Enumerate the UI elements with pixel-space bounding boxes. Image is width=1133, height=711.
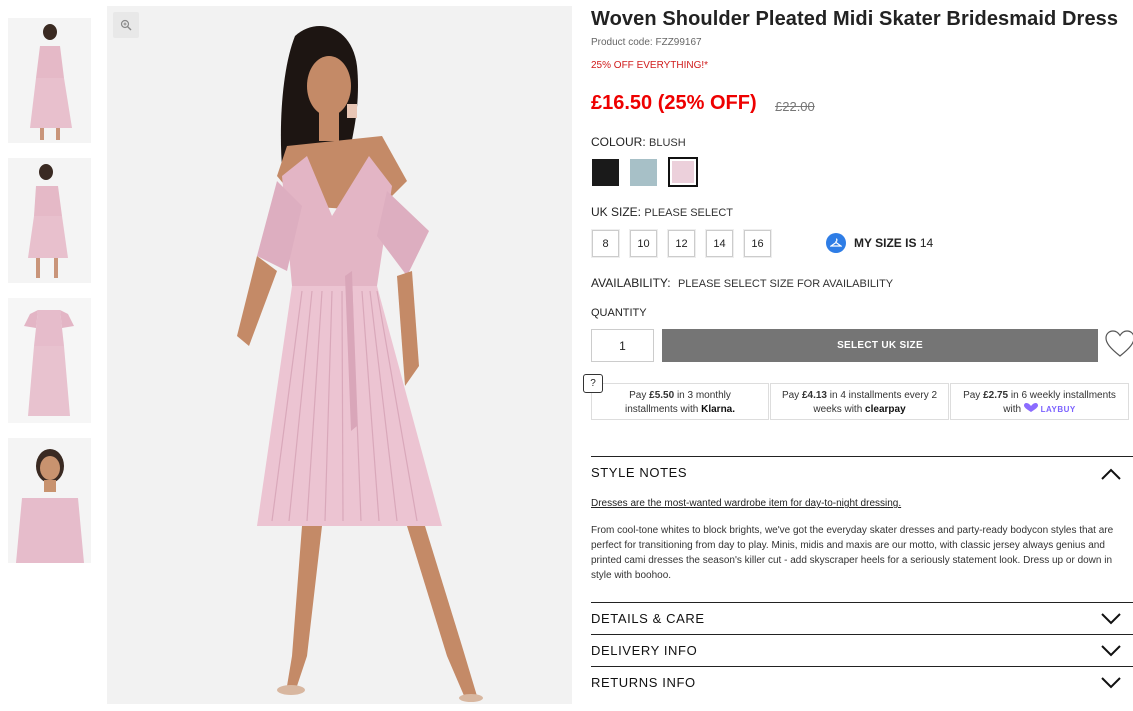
pay-amount: £2.75 xyxy=(983,390,1009,401)
chevron-down-icon xyxy=(1101,677,1121,689)
pay-amount: £4.13 xyxy=(801,390,827,401)
pay-text: Pay xyxy=(781,390,802,401)
availability-value: PLEASE SELECT SIZE FOR AVAILABILITY xyxy=(677,278,894,290)
swatch-fill xyxy=(630,159,657,186)
my-size-value: 14 xyxy=(919,236,934,250)
chevron-down-icon xyxy=(1101,645,1121,657)
thumbnail-image xyxy=(8,438,91,563)
pay-text: Pay xyxy=(629,390,650,401)
chevron-down-icon xyxy=(1101,613,1121,625)
pay-text: installments with xyxy=(624,404,702,415)
colour-label: COLOUR: BLUSH xyxy=(591,135,686,149)
promo-banner[interactable]: 25% OFF EVERYTHING!* xyxy=(591,60,708,71)
product-title: Woven Shoulder Pleated Midi Skater Bride… xyxy=(591,8,1119,30)
accordion-label: STYLE NOTES xyxy=(591,465,688,480)
thumbnail-1[interactable] xyxy=(8,18,91,143)
thumbnail-list xyxy=(8,18,91,578)
pay-text: in 3 monthly xyxy=(674,390,731,401)
laybuy-logo: LAYBUY xyxy=(1040,405,1076,414)
pay-amount: £5.50 xyxy=(649,390,675,401)
current-price: £16.50 (25% OFF) xyxy=(591,92,757,114)
clearpay-logo: clearpay xyxy=(865,404,906,415)
accordion-label: RETURNS INFO xyxy=(591,675,696,690)
quantity-label: QUANTITY xyxy=(591,307,647,319)
swatch-fill xyxy=(592,159,619,186)
pay-text: with xyxy=(1003,404,1024,415)
pay-text: in 4 installments every 2 xyxy=(826,390,938,401)
thumbnail-image xyxy=(8,18,91,143)
product-code: Product code: FZZ99167 xyxy=(591,37,702,48)
pay-text: Pay xyxy=(963,390,984,401)
my-size-text: MY SIZE IS 14 xyxy=(854,236,933,250)
pay-text: in 6 weekly installments xyxy=(1008,390,1116,401)
size-option-12[interactable]: 12 xyxy=(668,230,695,257)
size-option-14[interactable]: 14 xyxy=(706,230,733,257)
laybuy-option[interactable]: Pay £2.75 in 6 weekly installments with … xyxy=(950,383,1129,420)
colour-label-text: COLOUR: xyxy=(591,135,646,149)
accordion-details-care[interactable]: DETAILS & CARE xyxy=(591,602,1133,634)
size-option-16[interactable]: 16 xyxy=(744,230,771,257)
availability-label: AVAILABILITY: xyxy=(591,276,671,290)
quantity-input[interactable] xyxy=(591,329,654,362)
size-label: UK SIZE: PLEASE SELECT xyxy=(591,205,733,219)
accordion-delivery-info[interactable]: DELIVERY INFO xyxy=(591,634,1133,666)
zoom-icon xyxy=(120,19,132,31)
size-value: PLEASE SELECT xyxy=(644,207,734,219)
payment-help-button[interactable]: ? xyxy=(583,374,603,393)
style-notes-body: From cool-tone whites to block brights, … xyxy=(591,525,1114,581)
size-option-8[interactable]: 8 xyxy=(592,230,619,257)
size-label-text: UK SIZE: xyxy=(591,205,642,219)
accordion-returns-info[interactable]: RETURNS INFO xyxy=(591,666,1133,698)
availability: AVAILABILITY: PLEASE SELECT SIZE FOR AVA… xyxy=(591,276,893,290)
my-size-label: MY SIZE IS xyxy=(854,236,917,250)
original-price: £22.00 xyxy=(775,99,815,114)
laybuy-heart-icon xyxy=(1023,403,1038,412)
klarna-option[interactable]: Pay £5.50 in 3 monthly installments with… xyxy=(591,383,769,420)
my-size-button[interactable]: MY SIZE IS 14 xyxy=(826,233,933,253)
main-product-image[interactable] xyxy=(107,6,572,704)
wishlist-button[interactable] xyxy=(1105,330,1133,360)
klarna-logo: Klarna. xyxy=(701,404,736,415)
chevron-up-icon xyxy=(1101,468,1121,480)
zoom-button[interactable] xyxy=(113,12,139,38)
swatch-sage-blue[interactable] xyxy=(630,159,657,186)
thumbnail-image xyxy=(8,298,91,423)
thumbnail-image xyxy=(8,158,91,283)
select-size-button[interactable]: SELECT UK SIZE xyxy=(662,329,1098,362)
swatch-black[interactable] xyxy=(592,159,619,186)
style-notes-lead: Dresses are the most-wanted wardrobe ite… xyxy=(591,498,902,509)
thumbnail-3[interactable] xyxy=(8,298,91,423)
colour-value: BLUSH xyxy=(649,137,686,149)
swatch-fill xyxy=(672,161,694,183)
accordion-style-notes[interactable]: STYLE NOTES xyxy=(591,456,1133,490)
thumbnail-4[interactable] xyxy=(8,438,91,563)
model-photo xyxy=(107,6,572,704)
thumbnail-2[interactable] xyxy=(8,158,91,283)
size-option-10[interactable]: 10 xyxy=(630,230,657,257)
accordion-label: DELIVERY INFO xyxy=(591,643,698,658)
swatch-blush[interactable] xyxy=(668,157,698,187)
hanger-icon xyxy=(826,233,846,253)
pay-text: weeks with xyxy=(813,404,866,415)
clearpay-option[interactable]: Pay £4.13 in 4 installments every 2 week… xyxy=(770,383,949,420)
heart-icon xyxy=(1105,330,1133,357)
accordion-label: DETAILS & CARE xyxy=(591,611,705,626)
